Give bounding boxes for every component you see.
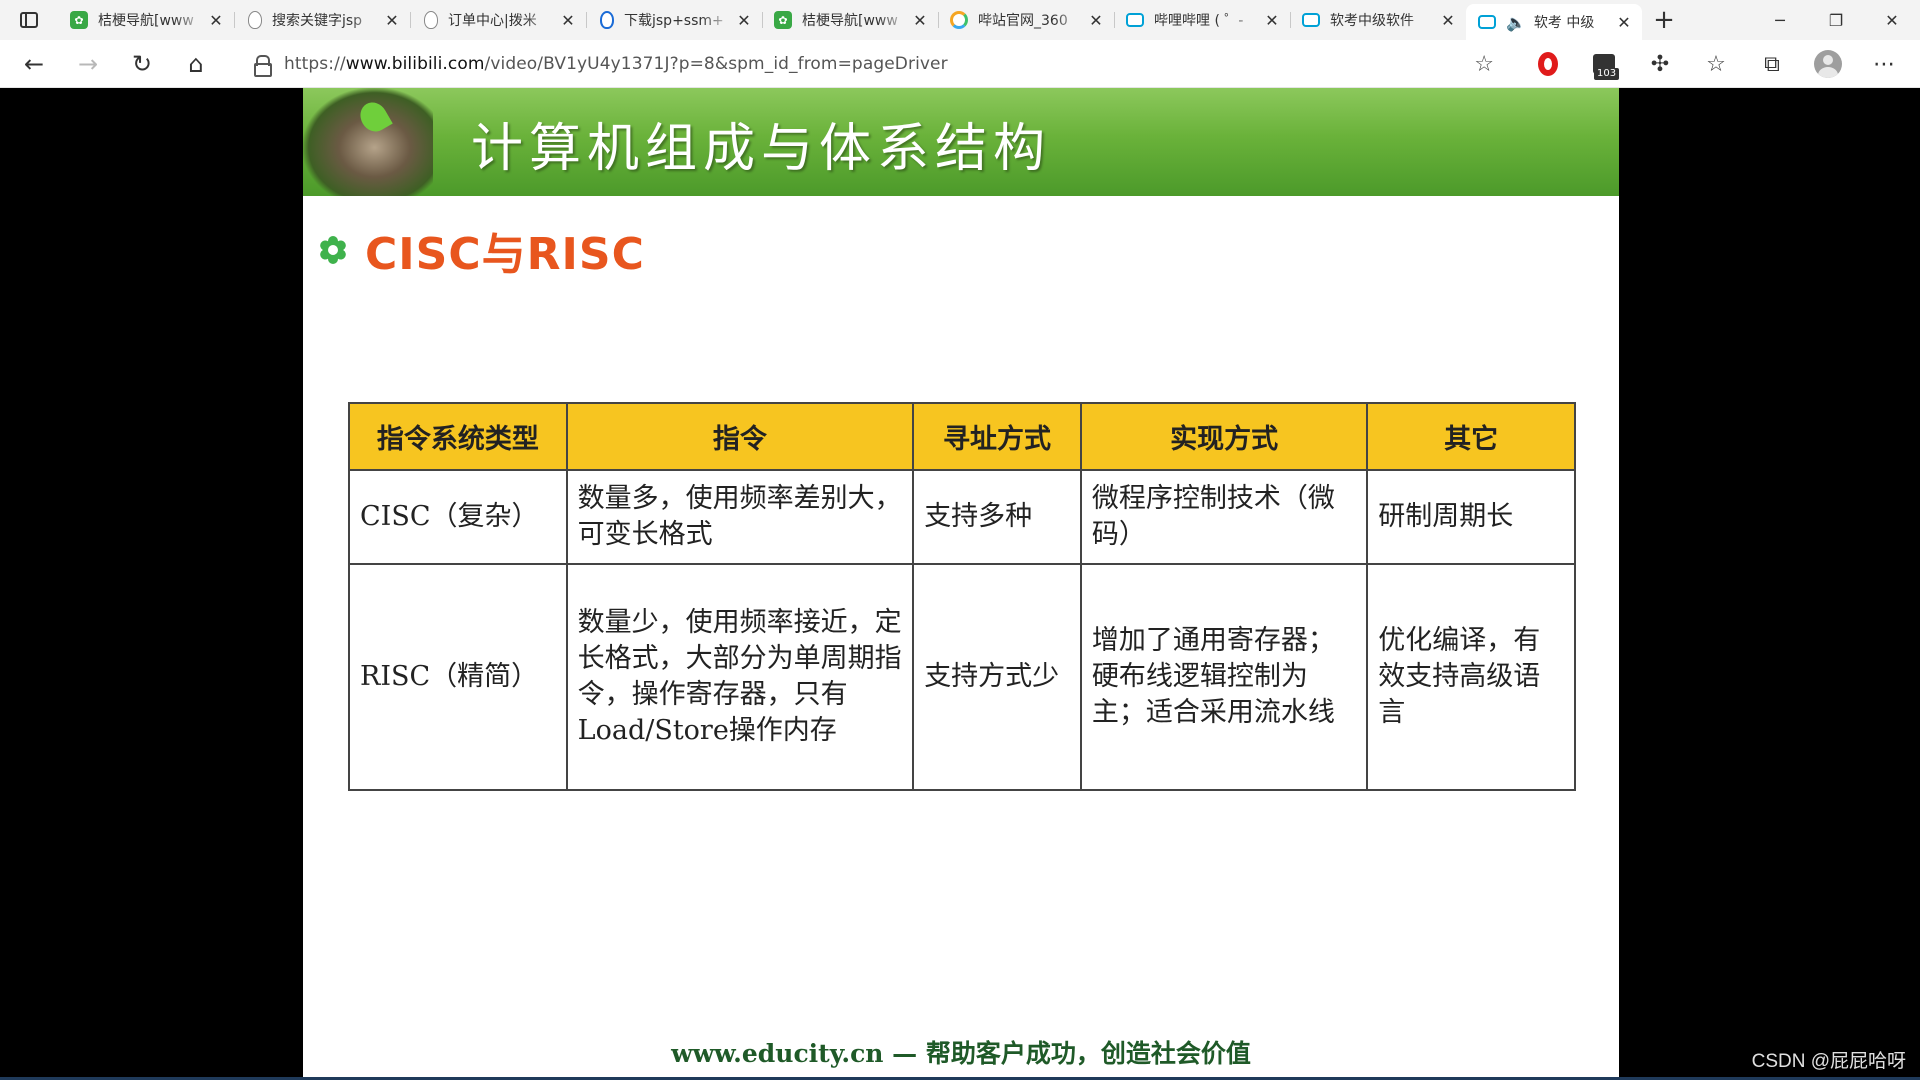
lock-icon[interactable]	[254, 55, 272, 77]
favorites-icon[interactable]: ☆	[1688, 40, 1744, 88]
forward-arrow-icon[interactable]: →	[61, 44, 115, 84]
browser-tab[interactable]: 搜索关键字jsp ✕	[234, 0, 410, 40]
profile-avatar[interactable]	[1800, 40, 1856, 88]
browser-tab[interactable]: 哔站官网_360 ✕	[938, 0, 1114, 40]
window-controls: ─ ❐ ✕	[1752, 0, 1920, 40]
close-tab-icon[interactable]: ✕	[206, 11, 226, 30]
table-cell: RISC（精简）	[348, 563, 568, 791]
close-tab-icon[interactable]: ✕	[1614, 13, 1634, 32]
refresh-icon[interactable]: ↻	[115, 44, 169, 84]
collections-icon[interactable]: ⧉	[1744, 40, 1800, 88]
table-header-row: 指令系统类型 指令 寻址方式 实现方式 其它	[348, 402, 1576, 471]
browser-tab[interactable]: 订单中心|拨米 ✕	[410, 0, 586, 40]
table-cell: 优化编译，有效支持高级语言	[1366, 563, 1576, 791]
mouse-icon	[248, 11, 262, 29]
slide-footer: www.educity.cn — 帮助客户成功，创造社会价值	[671, 1039, 1251, 1068]
tab-title: 软考 中级	[1533, 15, 1595, 31]
flower-bullet-icon	[318, 236, 348, 264]
close-tab-icon[interactable]: ✕	[1262, 11, 1282, 30]
table-cell: 微程序控制技术（微码）	[1079, 469, 1369, 565]
lecture-slide: 计算机组成与体系结构 CISC与RISC 指令系统类型 指令 寻址方式 实现方式…	[303, 88, 1619, 1080]
csdn-watermark: CSDN @屁屁哈呀	[1751, 1051, 1906, 1072]
browser-tab[interactable]: 软考中级软件 ✕	[1290, 0, 1466, 40]
new-tab-button[interactable]: +	[1642, 0, 1686, 40]
green-leaf-icon: ✿	[70, 11, 88, 29]
table-header: 指令系统类型	[348, 402, 568, 471]
tab-title: 搜索关键字jsp	[272, 13, 363, 29]
close-window-icon[interactable]: ✕	[1864, 0, 1920, 40]
calendar-extension-icon[interactable]: 103	[1576, 40, 1632, 88]
close-tab-icon[interactable]: ✕	[558, 11, 578, 30]
tab-actions-button[interactable]	[0, 0, 58, 40]
minimize-icon[interactable]: ─	[1752, 0, 1808, 40]
green-leaf-icon: ✿	[774, 11, 792, 29]
extensions-puzzle-icon[interactable]: ✣	[1632, 40, 1688, 88]
comparison-table: 指令系统类型 指令 寻址方式 实现方式 其它 CISC（复杂） 数量多，使用频率…	[348, 402, 1576, 791]
bilibili-icon	[1478, 15, 1496, 29]
table-cell: 数量少，使用频率接近，定长格式，大部分为单周期指令，操作寄存器，只有Load/S…	[565, 563, 915, 791]
tab-title: 哔站官网_360	[978, 13, 1068, 29]
table-row: RISC（精简） 数量少，使用频率接近，定长格式，大部分为单周期指令，操作寄存器…	[348, 563, 1576, 791]
hands-sprout-image	[303, 88, 433, 196]
more-menu-icon[interactable]: ⋯	[1856, 40, 1912, 88]
browser-tab[interactable]: ✿ 桔梗导航[www ✕	[58, 0, 234, 40]
table-cell: 数量多，使用频率差别大，可变长格式	[565, 469, 915, 565]
360-icon	[950, 11, 968, 29]
browser-tab[interactable]: 下载jsp+ssm+ ✕	[586, 0, 762, 40]
speaker-icon[interactable]: 🔈	[1506, 13, 1526, 32]
browser-tab[interactable]: 哔哩哔哩 ( ゜- ✕	[1114, 0, 1290, 40]
extension-badge: 103	[1594, 68, 1620, 80]
mouse-blue-icon	[600, 11, 614, 29]
bilibili-icon	[1302, 13, 1320, 27]
table-cell: 支持方式少	[912, 563, 1082, 791]
url-text[interactable]: https://www.bilibili.com/video/BV1yU4y13…	[284, 54, 948, 74]
close-tab-icon[interactable]: ✕	[734, 11, 754, 30]
browser-tab-active[interactable]: 🔈 软考 中级 ✕	[1466, 4, 1642, 40]
tab-title: 哔哩哔哩 ( ゜-	[1154, 13, 1244, 29]
back-arrow-icon[interactable]: ←	[7, 44, 61, 84]
close-tab-icon[interactable]: ✕	[382, 11, 402, 30]
tab-actions-icon	[20, 12, 38, 28]
mouse-icon	[424, 11, 438, 29]
table-header: 实现方式	[1079, 402, 1369, 471]
table-cell: 增加了通用寄存器；硬布线逻辑控制为主；适合采用流水线	[1079, 563, 1369, 791]
video-player[interactable]: 计算机组成与体系结构 CISC与RISC 指令系统类型 指令 寻址方式 实现方式…	[0, 88, 1920, 1080]
add-favorite-star-icon[interactable]: ☆	[1474, 52, 1494, 77]
home-icon[interactable]: ⌂	[169, 44, 223, 84]
tab-strip: ✿ 桔梗导航[www ✕ 搜索关键字jsp ✕ 订单中心|拨米 ✕ 下载jsp+…	[0, 0, 1920, 40]
tab-title: 下载jsp+ssm+	[624, 13, 724, 29]
close-tab-icon[interactable]: ✕	[910, 11, 930, 30]
close-tab-icon[interactable]: ✕	[1438, 11, 1458, 30]
address-bar[interactable]: https://www.bilibili.com/video/BV1yU4y13…	[234, 45, 1508, 83]
restore-icon[interactable]: ❐	[1808, 0, 1864, 40]
tab-title: 订单中心|拨米	[448, 13, 537, 29]
tab-title: 桔梗导航[www	[802, 13, 898, 29]
table-cell: CISC（复杂）	[348, 469, 568, 565]
opera-extension-icon[interactable]	[1520, 40, 1576, 88]
bilibili-icon	[1126, 13, 1144, 27]
table-header: 其它	[1366, 402, 1576, 471]
browser-toolbar: ← → ↻ ⌂ https://www.bilibili.com/video/B…	[0, 40, 1920, 88]
table-header: 寻址方式	[912, 402, 1082, 471]
slide-banner: 计算机组成与体系结构	[303, 88, 1619, 196]
table-header: 指令	[565, 402, 915, 471]
subheading-text: CISC与RISC	[365, 229, 645, 280]
browser-tab[interactable]: ✿ 桔梗导航[www ✕	[762, 0, 938, 40]
tab-title: 桔梗导航[www	[98, 13, 194, 29]
table-cell: 支持多种	[912, 469, 1082, 565]
close-tab-icon[interactable]: ✕	[1086, 11, 1106, 30]
table-row: CISC（复杂） 数量多，使用频率差别大，可变长格式 支持多种 微程序控制技术（…	[348, 469, 1576, 565]
tab-title: 软考中级软件	[1330, 13, 1414, 29]
toolbar-right: 103 ✣ ☆ ⧉ ⋯	[1520, 40, 1912, 88]
slide-title: 计算机组成与体系结构	[471, 119, 1052, 179]
slide-subheading: CISC与RISC	[318, 218, 645, 282]
table-cell: 研制周期长	[1366, 469, 1576, 565]
